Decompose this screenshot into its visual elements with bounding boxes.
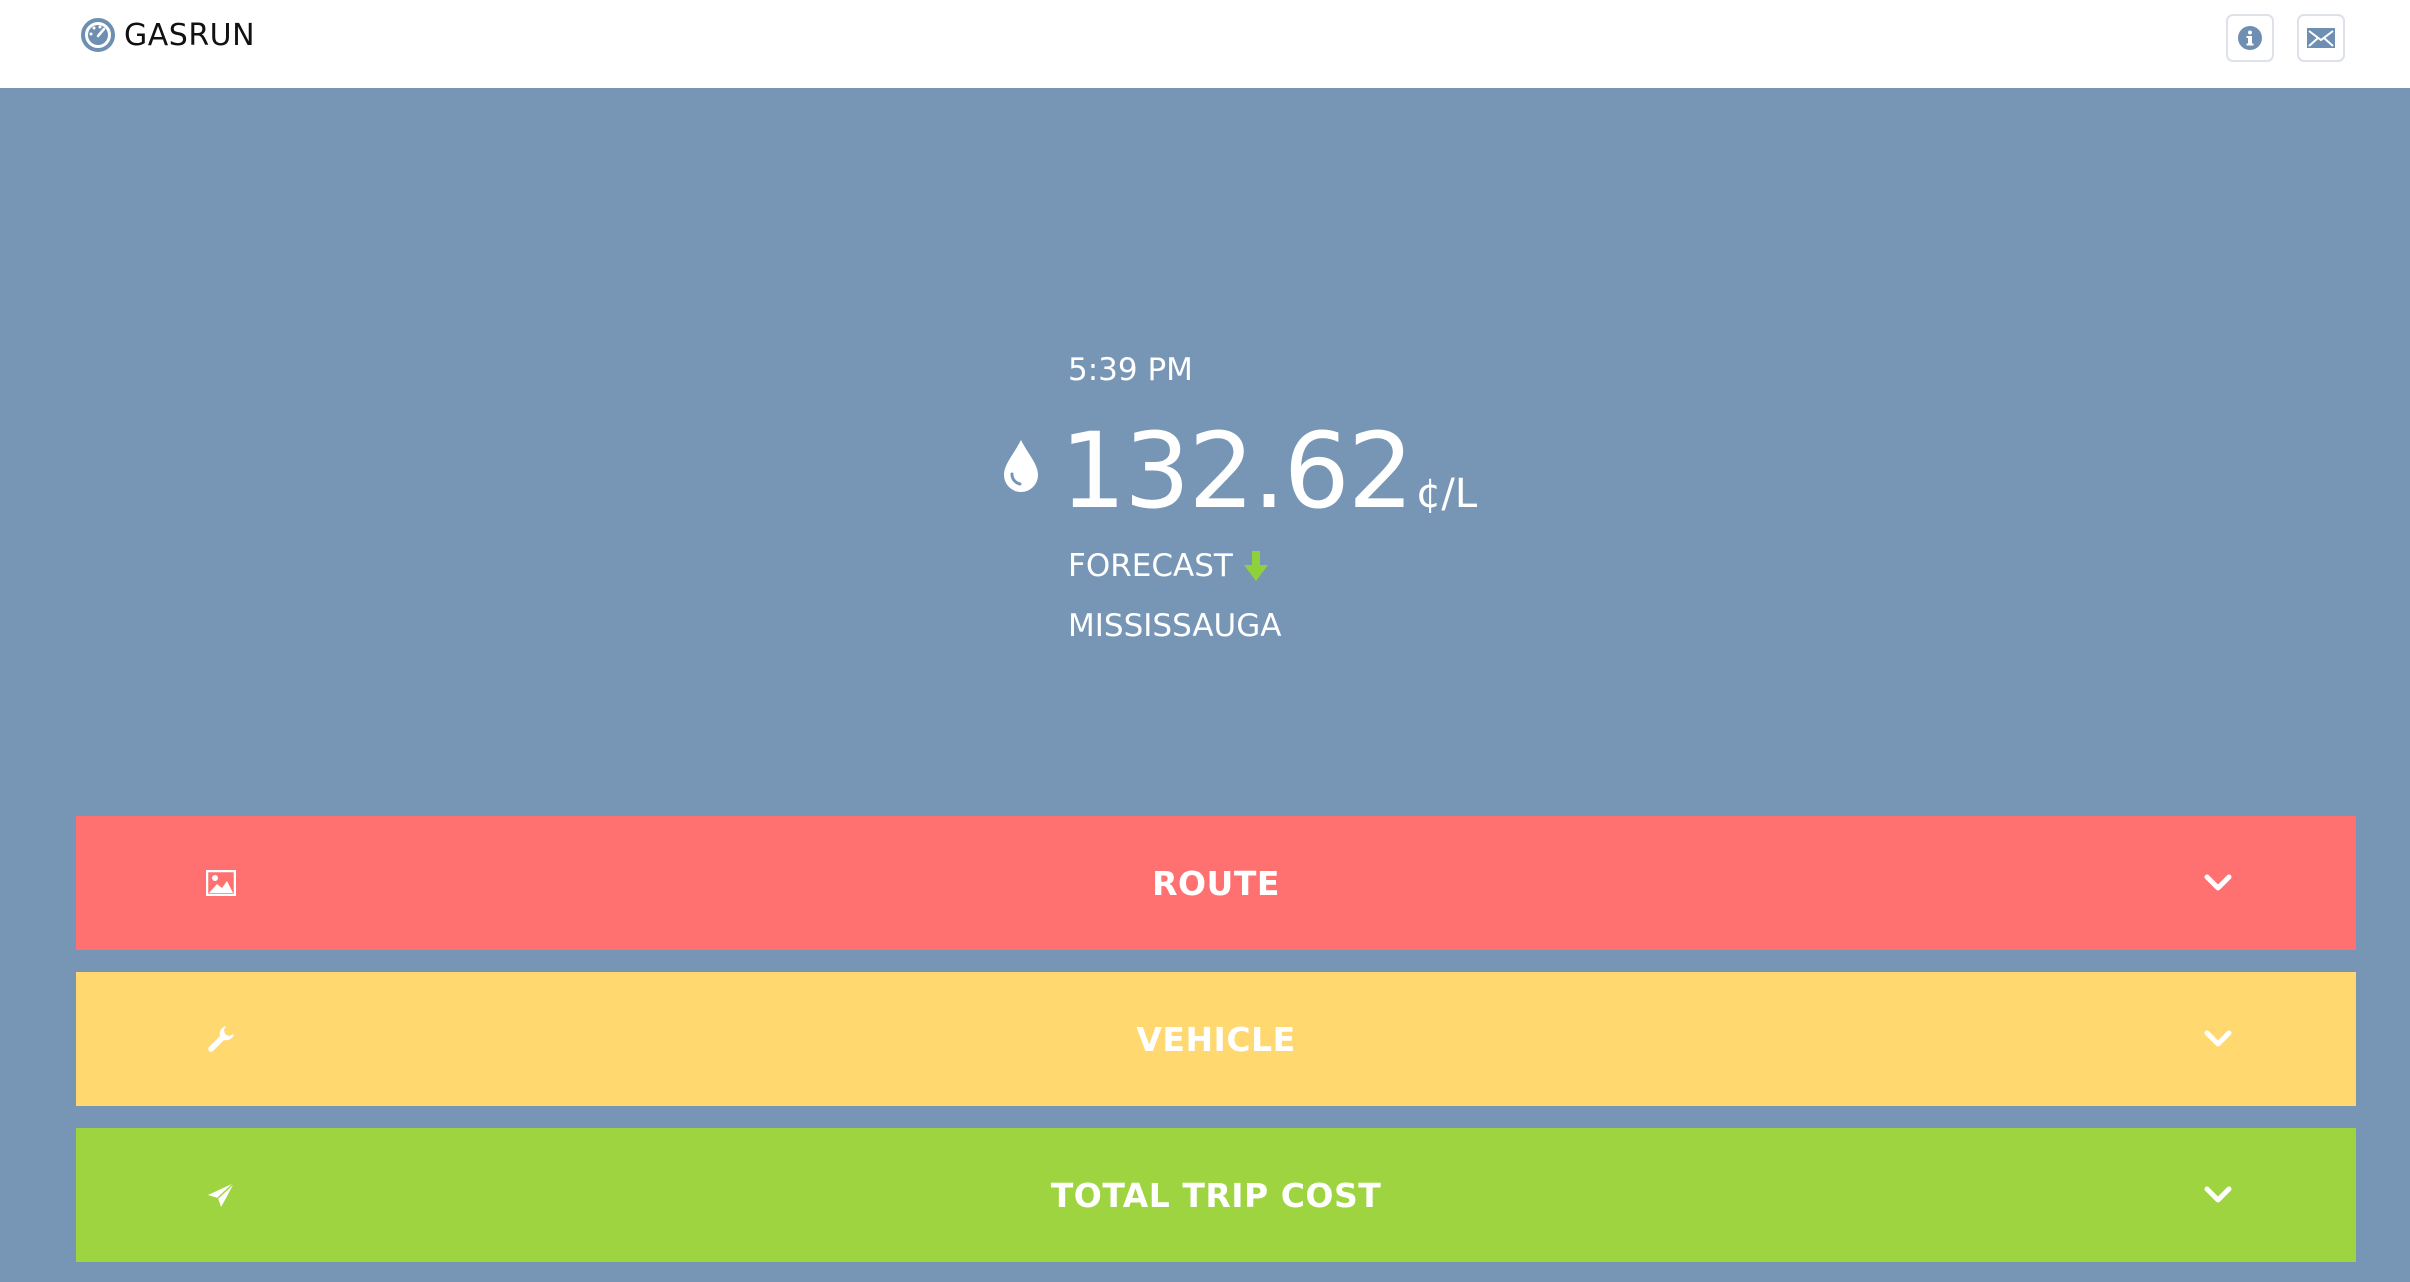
chevron-down-icon[interactable] [2204, 1030, 2232, 1048]
update-time: 5:39 PM [1068, 352, 1193, 388]
price-display: 132.62 ¢/L [1060, 410, 1477, 532]
mail-icon [2307, 28, 2335, 48]
image-icon [206, 870, 236, 896]
fuel-drop-icon [1004, 440, 1038, 492]
info-button[interactable] [2226, 14, 2274, 62]
speedometer-icon [81, 18, 115, 52]
brand-name: GASRUN [124, 17, 256, 53]
gas-price: 132.62 [1060, 410, 1414, 532]
price-unit: ¢/L [1415, 471, 1478, 517]
vehicle-label: VEHICLE [1136, 1019, 1296, 1059]
city-name: MISSISSAUGA [1068, 608, 1282, 644]
arrow-down-icon [1243, 551, 1268, 581]
route-panel[interactable]: ROUTE [76, 816, 2356, 950]
info-icon [2238, 26, 2262, 50]
forecast-label: FORECAST [1068, 548, 1233, 584]
forecast: FORECAST [1068, 548, 1269, 584]
route-label: ROUTE [1152, 863, 1280, 903]
chevron-down-icon[interactable] [2204, 1186, 2232, 1204]
mail-button[interactable] [2297, 14, 2345, 62]
paper-plane-icon [208, 1182, 235, 1207]
vehicle-panel[interactable]: VEHICLE [76, 972, 2356, 1106]
wrench-icon [208, 1026, 234, 1052]
brand[interactable]: GASRUN [80, 17, 256, 53]
top-bar: GASRUN [0, 0, 2410, 88]
total-trip-cost-panel[interactable]: TOTAL TRIP COST [76, 1128, 2356, 1262]
total-trip-cost-label: TOTAL TRIP COST [1050, 1175, 1382, 1215]
chevron-down-icon[interactable] [2204, 874, 2232, 892]
